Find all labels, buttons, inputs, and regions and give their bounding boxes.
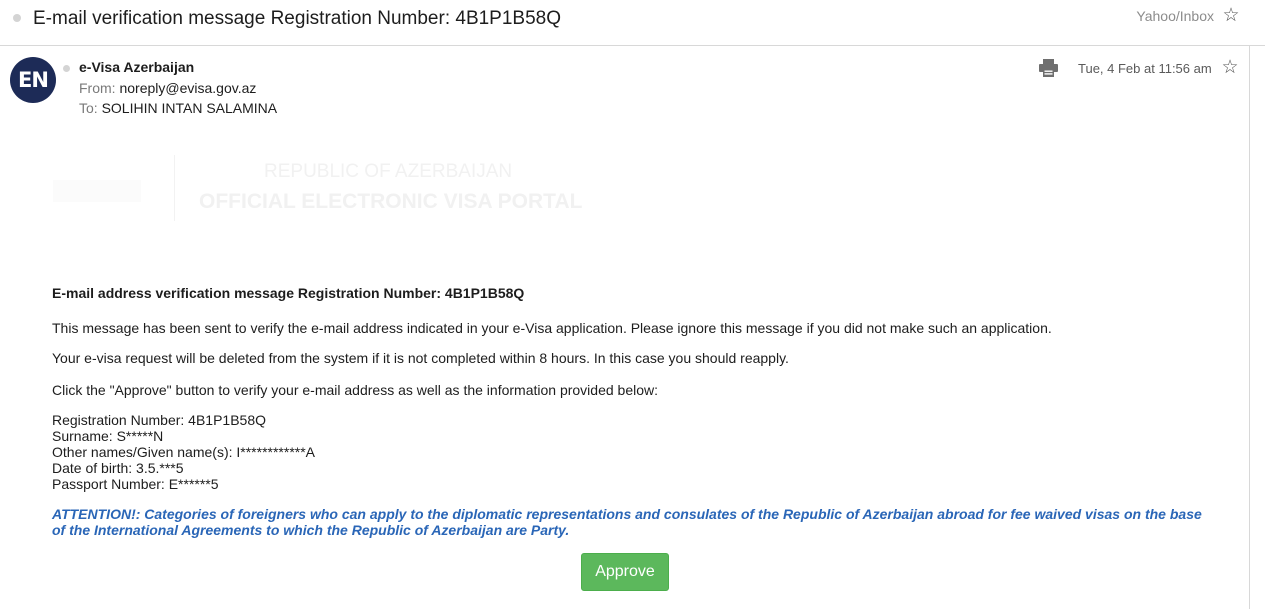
detail-date-of-birth: Date of birth: 3.5.***5 xyxy=(52,460,184,476)
to-recipient[interactable]: SOLIHIN INTAN SALAMINA xyxy=(102,100,278,116)
folder-link[interactable]: Yahoo/Inbox xyxy=(1136,8,1214,24)
message-pane-border xyxy=(1249,46,1250,609)
detail-registration-number: Registration Number: 4B1P1B58Q xyxy=(52,412,266,428)
body-paragraph-verify: This message has been sent to verify the… xyxy=(52,320,1052,336)
banner-divider xyxy=(174,155,175,221)
body-heading: E-mail address verification message Regi… xyxy=(52,285,525,301)
detail-passport-number: Passport Number: E******5 xyxy=(52,476,219,492)
sender-status-dot xyxy=(63,65,70,72)
star-outline-icon[interactable]: ☆ xyxy=(1221,5,1241,25)
body-paragraph-deletion: Your e-visa request will be deleted from… xyxy=(52,350,789,366)
printer-icon[interactable] xyxy=(1039,59,1058,77)
portal-logo xyxy=(53,180,141,202)
body-paragraph-instructions: Click the "Approve" button to verify you… xyxy=(52,382,659,398)
detail-given-names: Other names/Given name(s): I************… xyxy=(52,444,316,460)
to-row: To: SOLIHIN INTAN SALAMINA xyxy=(79,100,277,116)
star-outline-icon[interactable]: ☆ xyxy=(1220,57,1240,77)
to-label: To: xyxy=(79,100,98,116)
banner-republic: REPUBLIC OF AZERBAIJAN xyxy=(264,161,513,182)
banner-portal-title: OFFICIAL ELECTRONIC VISA PORTAL xyxy=(199,190,583,213)
subject-bar: E-mail verification message Registration… xyxy=(0,0,1265,46)
application-details: Registration Number: 4B1P1B58Q Surname: … xyxy=(52,412,315,492)
avatar[interactable]: EN xyxy=(10,57,56,103)
message-date: Tue, 4 Feb at 11:56 am xyxy=(1078,61,1212,76)
sender-name[interactable]: e-Visa Azerbaijan xyxy=(79,59,194,75)
from-row: From: noreply@evisa.gov.az xyxy=(79,80,256,96)
from-label: From: xyxy=(79,80,116,96)
from-email[interactable]: noreply@evisa.gov.az xyxy=(119,80,256,96)
message-subject: E-mail verification message Registration… xyxy=(33,8,562,29)
approve-button[interactable]: Approve xyxy=(581,553,669,591)
unread-dot xyxy=(13,14,21,22)
detail-surname: Surname: S*****N xyxy=(52,428,164,444)
attention-notice: ATTENTION!: Categories of foreigners who… xyxy=(52,506,1202,538)
